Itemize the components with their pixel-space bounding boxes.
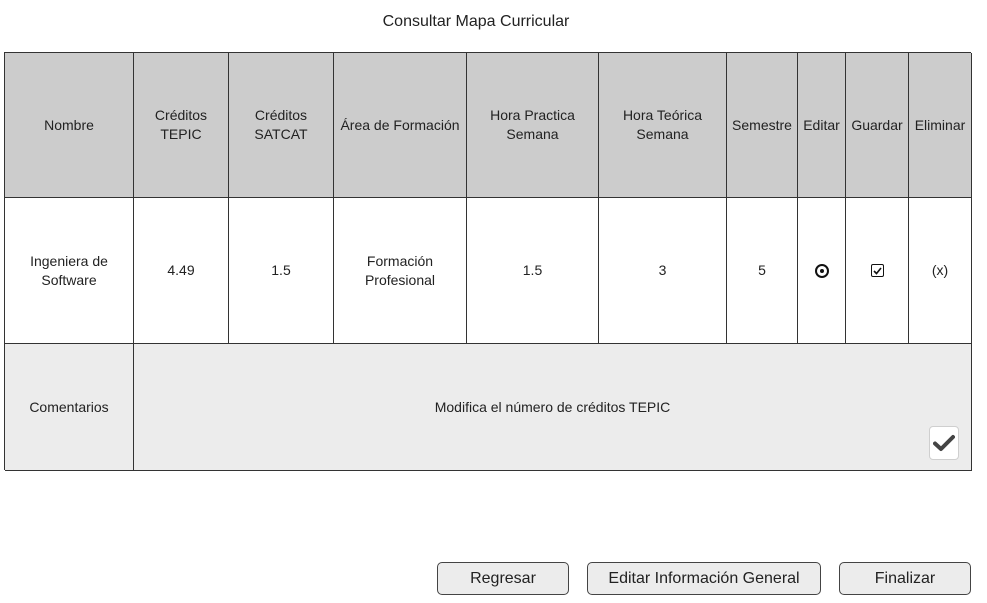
cell-creditos-tepic: 4.49 bbox=[134, 198, 229, 344]
header-hora-practica: Hora Practica Semana bbox=[467, 53, 599, 198]
regresar-button[interactable]: Regresar bbox=[437, 562, 569, 595]
header-area-formacion: Área de Formación bbox=[334, 53, 467, 198]
header-semestre: Semestre bbox=[727, 53, 798, 198]
curriculum-table: Nombre Créditos TEPIC Créditos SATCAT Ár… bbox=[4, 52, 972, 471]
finalizar-button[interactable]: Finalizar bbox=[839, 562, 971, 595]
cell-guardar bbox=[846, 198, 909, 344]
cell-area-formacion: Formación Profesional bbox=[334, 198, 467, 344]
header-hora-teorica: Hora Teórica Semana bbox=[599, 53, 727, 198]
header-nombre: Nombre bbox=[5, 53, 134, 198]
checkbox-checked-icon[interactable] bbox=[870, 264, 884, 277]
header-creditos-tepic: Créditos TEPIC bbox=[134, 53, 229, 198]
confirm-comment-button[interactable] bbox=[929, 426, 959, 460]
header-guardar: Guardar bbox=[846, 53, 909, 198]
comments-label: Comentarios bbox=[5, 344, 134, 471]
checkmark-icon bbox=[933, 435, 955, 451]
cell-hora-teorica: 3 bbox=[599, 198, 727, 344]
cell-eliminar: (x) bbox=[909, 198, 972, 344]
delete-button[interactable]: (x) bbox=[932, 261, 948, 280]
header-eliminar: Eliminar bbox=[909, 53, 972, 198]
cell-creditos-satcat: 1.5 bbox=[229, 198, 334, 344]
comments-text: Modifica el número de créditos TEPIC bbox=[434, 398, 671, 415]
cell-semestre: 5 bbox=[727, 198, 798, 344]
header-editar: Editar bbox=[798, 53, 846, 198]
cell-hora-practica: 1.5 bbox=[467, 198, 599, 344]
editar-informacion-general-button[interactable]: Editar Información General bbox=[587, 562, 821, 595]
cell-editar bbox=[798, 198, 846, 344]
radio-selected-icon[interactable] bbox=[814, 263, 829, 278]
header-creditos-satcat: Créditos SATCAT bbox=[229, 53, 334, 198]
comments-area: Modifica el número de créditos TEPIC bbox=[134, 344, 972, 471]
cell-nombre: Ingeniera de Software bbox=[5, 198, 134, 344]
page-title: Consultar Mapa Curricular bbox=[382, 13, 570, 30]
